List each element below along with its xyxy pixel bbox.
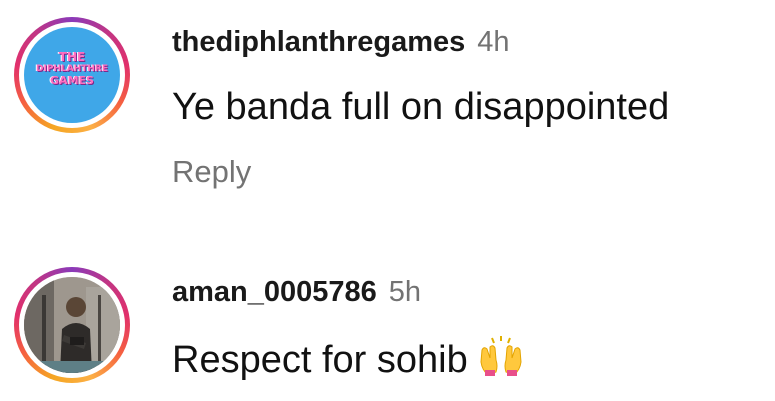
comment-item: aman_0005786 5h Respect for sohib: [0, 250, 775, 401]
username[interactable]: aman_0005786: [172, 276, 377, 308]
avatar-photo: [24, 277, 120, 373]
comment-text: Respect for sohib: [172, 336, 524, 382]
reply-button[interactable]: Reply: [172, 154, 251, 190]
avatar[interactable]: THE DIPHLAHTHRE GAMES: [24, 27, 120, 123]
raising-hands-icon: [478, 336, 524, 376]
username[interactable]: thediphlanthregames: [172, 26, 465, 58]
timestamp: 5h: [388, 276, 422, 308]
avatar-logo-line: THE: [58, 50, 86, 64]
avatar-logo: THE DIPHLAHTHRE GAMES: [24, 51, 120, 87]
timestamp: 4h: [477, 26, 510, 58]
comment-header: aman_0005786 5h: [172, 276, 421, 309]
comment-item: THE DIPHLAHTHRE GAMES thediphlanthregame…: [0, 0, 775, 230]
comment-text: Ye banda full on disappointed: [172, 86, 670, 128]
avatar-logo-line: GAMES: [50, 74, 94, 87]
story-ring[interactable]: [14, 267, 130, 383]
story-ring[interactable]: THE DIPHLAHTHRE GAMES: [14, 17, 130, 133]
comment-header: thediphlanthregames 4h: [172, 26, 510, 59]
avatar[interactable]: [24, 277, 120, 373]
comment-text-body: Respect for sohib: [172, 339, 468, 381]
